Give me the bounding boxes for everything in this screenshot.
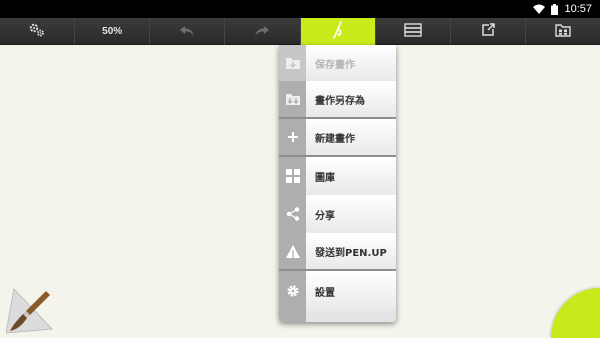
menu-item-settings[interactable]: 設置 <box>279 271 396 311</box>
layers-button[interactable] <box>376 18 451 45</box>
menu-item-save[interactable]: 保存畫作 <box>279 45 396 81</box>
menu-item-gallery[interactable]: 圖庫 <box>279 157 396 195</box>
menu-item-label: 新建畫作 <box>315 133 355 145</box>
menu-item-save-as[interactable]: 畫作另存為 <box>279 81 396 117</box>
layers-icon <box>403 22 422 41</box>
menu-scroll-hint <box>279 311 396 322</box>
export-icon <box>481 22 495 41</box>
pen-tool-icon <box>330 20 346 43</box>
share-icon <box>279 195 306 233</box>
brush-tool-button[interactable] <box>5 285 56 338</box>
penup-triangle-icon <box>279 233 306 269</box>
menu-item-new-drawing[interactable]: 新建畫作 <box>279 119 396 155</box>
export-button[interactable] <box>451 18 526 45</box>
file-menu-dropdown: 保存畫作 畫作另存為 新建畫作 圖庫 分享 發送到PEN.UP 設置 <box>279 45 396 322</box>
menu-item-label: 保存畫作 <box>315 59 355 71</box>
brush-icon <box>5 287 56 338</box>
menu-item-label: 畫作另存為 <box>315 95 365 107</box>
menu-item-label: 分享 <box>315 210 335 222</box>
corner-tool-toggle[interactable] <box>551 288 600 338</box>
gallery-folder-icon <box>555 22 571 41</box>
pen-tool-button[interactable] <box>300 18 376 45</box>
toolbar: 50% <box>0 18 600 45</box>
wifi-icon <box>533 4 546 14</box>
settings-button[interactable] <box>0 18 76 45</box>
clock: 10:57 <box>564 3 592 15</box>
save-as-folder-icon <box>279 81 306 117</box>
menu-item-label: 發送到PEN.UP <box>315 247 387 259</box>
undo-icon <box>179 22 195 41</box>
plus-icon <box>279 119 306 155</box>
gallery-folder-button[interactable] <box>526 18 600 45</box>
grid-icon <box>279 157 306 195</box>
menu-item-label: 圖庫 <box>315 172 335 184</box>
settings-gears-icon <box>29 22 45 41</box>
undo-button[interactable] <box>150 18 226 45</box>
menu-item-share[interactable]: 分享 <box>279 195 396 233</box>
status-bar: 10:57 <box>0 0 600 18</box>
redo-icon <box>254 22 270 41</box>
zoom-level-button[interactable]: 50% <box>75 18 151 45</box>
redo-button[interactable] <box>225 18 301 45</box>
gear-icon <box>279 271 306 311</box>
menu-item-label: 設置 <box>315 287 335 299</box>
save-folder-icon <box>279 45 306 81</box>
battery-icon <box>551 3 559 15</box>
status-bar-right: 10:57 <box>533 0 592 18</box>
menu-item-send-to-penup[interactable]: 發送到PEN.UP <box>279 233 396 269</box>
